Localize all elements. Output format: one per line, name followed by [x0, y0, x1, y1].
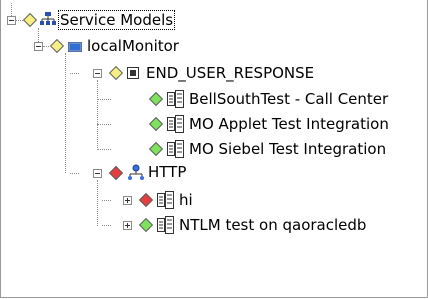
- tree-node-label[interactable]: MO Applet Test Integration: [189, 115, 389, 133]
- status-yellow-icon: [22, 12, 38, 28]
- tree-line: [102, 225, 111, 226]
- tree-line: [11, 3, 12, 16]
- status-green-icon: [148, 141, 164, 157]
- collapse-toggle[interactable]: [7, 16, 16, 25]
- tree-line: [65, 53, 66, 173]
- status-green-icon: [148, 116, 164, 132]
- status-red-icon: [138, 192, 154, 208]
- collapse-toggle[interactable]: [34, 42, 43, 51]
- service-model-icon: [167, 115, 184, 133]
- status-yellow-icon: [49, 38, 65, 54]
- monitor-icon: [68, 42, 82, 52]
- collapse-toggle[interactable]: [93, 169, 102, 178]
- service-model-icon: [167, 140, 184, 158]
- service-model-icon: [157, 216, 174, 234]
- tree-node-label[interactable]: BellSouthTest - Call Center: [189, 90, 388, 108]
- tree-node-label[interactable]: Service Models: [57, 10, 176, 30]
- tree-node-label[interactable]: MO Siebel Test Integration: [189, 140, 386, 158]
- tree-line: [43, 46, 49, 47]
- tree-node-label[interactable]: hi: [179, 191, 193, 209]
- category-box-icon: [127, 67, 139, 79]
- tree-panel[interactable]: Service Models localMonitor END_USER_RES…: [0, 0, 428, 298]
- tree-line: [97, 149, 111, 150]
- network-tree-icon: [40, 12, 56, 25]
- tree-node-label[interactable]: HTTP: [148, 163, 186, 181]
- status-red-icon: [108, 165, 124, 181]
- http-network-icon: [128, 164, 144, 180]
- service-model-icon: [157, 191, 174, 209]
- status-green-icon: [148, 91, 164, 107]
- service-model-icon: [167, 90, 184, 108]
- tree-line: [97, 180, 98, 226]
- tree-line: [97, 80, 98, 150]
- tree-node-label[interactable]: END_USER_RESPONSE: [146, 64, 314, 82]
- tree-node-label[interactable]: localMonitor: [87, 37, 179, 55]
- tree-node-label[interactable]: NTLM test on qaoracledb: [179, 216, 366, 234]
- collapse-toggle[interactable]: [93, 69, 102, 78]
- tree-line: [102, 200, 111, 201]
- expand-toggle[interactable]: [123, 221, 132, 230]
- tree-line: [70, 73, 79, 74]
- tree-line: [16, 20, 23, 21]
- expand-toggle[interactable]: [123, 196, 132, 205]
- tree-line: [97, 99, 111, 100]
- tree-line: [70, 173, 79, 174]
- status-yellow-icon: [108, 65, 124, 81]
- status-green-icon: [138, 217, 154, 233]
- tree-line: [97, 124, 111, 125]
